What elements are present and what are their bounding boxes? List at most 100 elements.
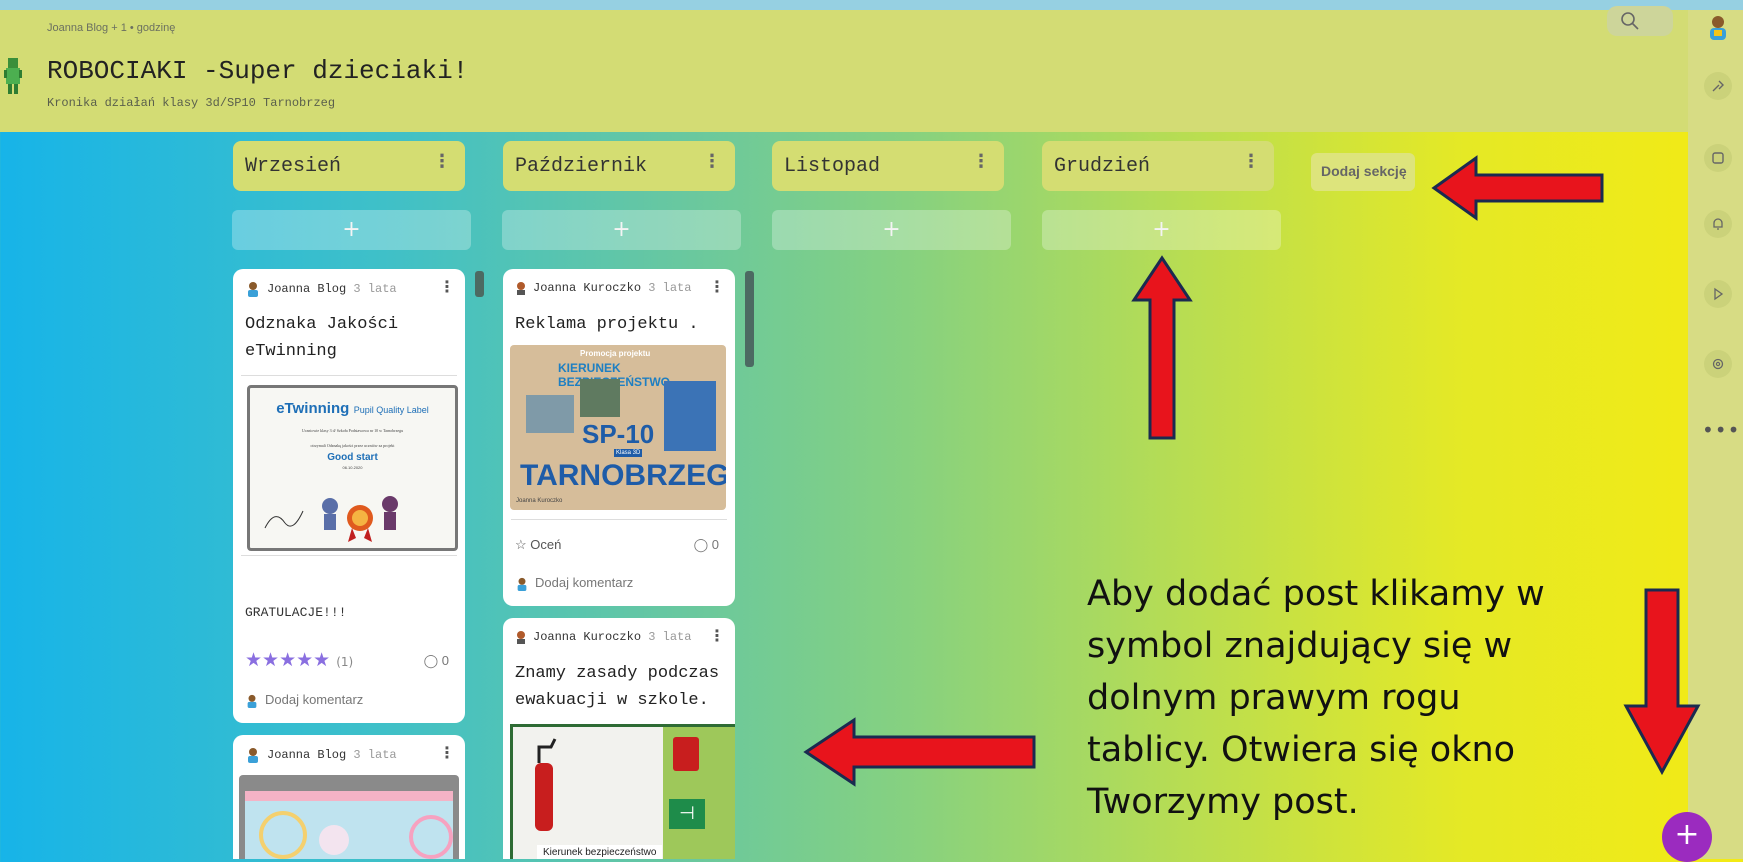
add-post-button-wrzesien[interactable]: +	[232, 210, 471, 250]
instruction-text: Aby dodać post klikamy w symbol znajdują…	[1087, 574, 1545, 822]
rating-stars[interactable]: ★★★★★ (1)	[245, 649, 353, 671]
slideshow-button[interactable]	[1704, 280, 1732, 308]
settings-icon	[1712, 358, 1724, 370]
arrow-up-to-add-post	[1131, 255, 1193, 440]
post-title: Reklama projektu .	[515, 315, 699, 334]
image-band	[245, 791, 453, 801]
arrow-down-to-fab	[1623, 588, 1701, 776]
plus-icon: +	[342, 217, 361, 242]
star-icon: ☆	[515, 537, 527, 552]
share-button[interactable]	[1704, 72, 1732, 100]
comment-count[interactable]: ◯ 0	[424, 653, 449, 669]
post-image-bokeh[interactable]	[239, 775, 459, 859]
post-author: Joanna Kuroczko 3 lata	[515, 630, 691, 644]
add-post-button-grudzien[interactable]: +	[1042, 210, 1281, 250]
post-card-photo[interactable]: Joanna Blog 3 lata ⋮	[233, 735, 465, 859]
top-strip	[0, 0, 1743, 10]
mascots-medal-icon	[264, 496, 398, 542]
add-comment-link[interactable]: Dodaj komentarz	[515, 575, 633, 591]
post-card-reklama[interactable]: Joanna Kuroczko 3 lata ⋮ Reklama projekt…	[503, 269, 735, 606]
post-author: Joanna Blog 3 lata	[245, 747, 397, 763]
user-avatar[interactable]	[1704, 14, 1732, 42]
bokeh-circle	[259, 811, 307, 859]
section-header-listopad[interactable]: Listopad ⋮	[772, 141, 1004, 191]
post-body: GRATULACJE!!!	[245, 605, 347, 620]
post-author: Joanna Kuroczko 3 lata	[515, 281, 691, 295]
more-icon[interactable]: •••	[1702, 418, 1740, 442]
poster-photo	[526, 395, 574, 433]
exit-sign-icon: ⊣	[669, 799, 705, 829]
arrow-left-to-add-section	[1431, 155, 1604, 221]
section-menu-icon[interactable]: ⋮	[433, 151, 451, 172]
section-title: Wrzesień	[245, 155, 342, 178]
post-menu-icon[interactable]: ⋮	[709, 277, 725, 296]
section-title: Grudzień	[1054, 155, 1151, 178]
poster-photo	[664, 381, 716, 451]
add-section-button[interactable]: Dodaj sekcję	[1311, 153, 1415, 191]
comment-icon: ◯	[423, 653, 439, 668]
board-subtitle: Kronika działań klasy 3d/SP10 Tarnobrzeg	[47, 96, 336, 110]
copy-button[interactable]	[1704, 144, 1732, 172]
board-title[interactable]: ROBOCIAKI -Super dzieciaki!	[47, 56, 468, 86]
create-post-button[interactable]: +	[1662, 812, 1712, 862]
section-header-grudzien[interactable]: Grudzień ⋮	[1042, 141, 1274, 191]
section-title: Listopad	[784, 155, 881, 178]
section-header-pazdziernik[interactable]: Październik ⋮	[503, 141, 735, 191]
avatar	[247, 694, 257, 708]
post-image-evacuation[interactable]: ⊣ Kierunek bezpieczeństwo	[510, 724, 735, 859]
comment-count[interactable]: ◯ 0	[694, 537, 719, 553]
post-title: Znamy zasady podczas ewakuacji w szkole.	[515, 664, 720, 710]
search-button[interactable]	[1607, 6, 1673, 36]
post-image-poster[interactable]: Promocja projektu KIERUNEK BEZPIECZEŃSTW…	[510, 345, 726, 510]
board-logo-icon	[4, 58, 22, 94]
poster-photo	[580, 379, 620, 417]
bokeh-circle	[319, 825, 349, 855]
section-menu-icon[interactable]: ⋮	[1242, 151, 1260, 172]
post-image-certificate[interactable]: eTwinning Pupil Quality Label Uczniowie …	[247, 385, 458, 551]
add-comment-link[interactable]: Dodaj komentarz	[245, 692, 363, 708]
scrollbar[interactable]	[475, 271, 484, 297]
settings-button[interactable]	[1704, 350, 1732, 378]
play-icon	[1714, 287, 1724, 301]
etwinning-logo: eTwinning	[276, 400, 350, 417]
bokeh-circle	[409, 815, 453, 859]
fire-extinguisher-icon	[535, 738, 557, 831]
avatar	[248, 282, 258, 297]
bell-icon	[1713, 218, 1723, 230]
post-card-etwinning[interactable]: Joanna Blog 3 lata ⋮ Odznaka Jakości eTw…	[233, 269, 465, 723]
divider	[241, 375, 457, 376]
add-post-button-listopad[interactable]: +	[772, 210, 1011, 250]
avatar	[517, 282, 525, 295]
notifications-button[interactable]	[1704, 210, 1732, 238]
post-menu-icon[interactable]: ⋮	[439, 277, 455, 296]
section-header-wrzesien[interactable]: Wrzesień ⋮	[233, 141, 465, 191]
post-card-ewakuacja[interactable]: Joanna Kuroczko 3 lata ⋮ Znamy zasady po…	[503, 618, 735, 859]
section-menu-icon[interactable]: ⋮	[703, 151, 721, 172]
alarm-box	[673, 737, 699, 771]
search-icon	[1621, 12, 1639, 30]
section-title: Październik	[515, 155, 648, 178]
post-title: Odznaka Jakości eTwinning	[245, 315, 399, 361]
plus-icon: +	[1152, 217, 1171, 242]
post-author: Joanna Blog 3 lata	[245, 281, 397, 297]
avatar	[248, 748, 258, 763]
avatar	[517, 631, 525, 644]
post-menu-icon[interactable]: ⋮	[439, 743, 455, 762]
image-caption: Kierunek bezpieczeństwo	[537, 845, 663, 859]
share-icon	[1712, 80, 1724, 92]
copy-icon	[1712, 152, 1724, 164]
add-section-label: Dodaj sekcję	[1321, 163, 1407, 179]
divider	[241, 555, 457, 556]
arrow-left-to-card	[803, 717, 1036, 787]
plus-icon: +	[612, 217, 631, 242]
scrollbar[interactable]	[745, 271, 754, 367]
add-post-button-pazdziernik[interactable]: +	[502, 210, 741, 250]
rate-button[interactable]: ☆ Oceń	[515, 537, 561, 553]
avatar	[517, 577, 527, 591]
plus-icon: +	[882, 217, 901, 242]
board-meta: Joanna Blog + 1 • godzinę	[47, 22, 176, 34]
divider	[511, 519, 727, 520]
post-menu-icon[interactable]: ⋮	[709, 626, 725, 645]
section-menu-icon[interactable]: ⋮	[972, 151, 990, 172]
comment-icon: ◯	[693, 537, 709, 552]
